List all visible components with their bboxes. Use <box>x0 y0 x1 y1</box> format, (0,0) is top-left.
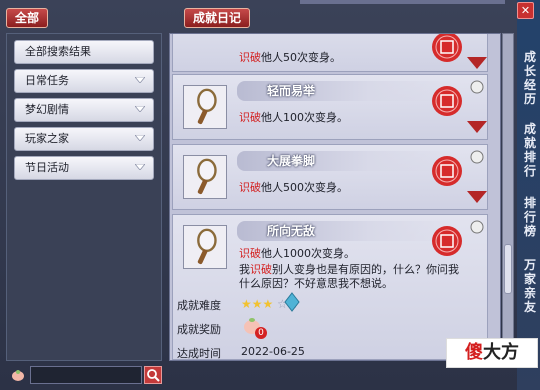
magnifier-icon <box>147 369 160 382</box>
red-seal-icon <box>432 34 462 62</box>
hand-mirror-icon <box>197 88 217 125</box>
scroll-thumb[interactable] <box>504 244 512 294</box>
category-label: 日常任务 <box>25 74 69 87</box>
side-tab-achievement-rank[interactable]: 成就排行 <box>523 122 537 178</box>
achievement-item-frame <box>183 155 227 199</box>
chevron-down-icon <box>135 77 145 83</box>
achievement-description: 识破他人100次变身。 <box>239 111 348 124</box>
achievement-window: 全部 成就日记 全部搜索结果 日常任务 梦幻剧情 玩家之家 节日活动 识破他人5… <box>0 0 540 390</box>
category-label: 玩家之家 <box>25 132 69 145</box>
date-value: 2022-06-25 <box>241 345 305 358</box>
achievement-title: 轻而易举 <box>267 84 316 98</box>
difficulty-label: 成就难度 <box>177 299 221 312</box>
category-label: 梦幻剧情 <box>25 103 69 116</box>
side-tab-growth[interactable]: 成长经历 <box>523 50 537 106</box>
search-input[interactable] <box>30 366 142 384</box>
category-daily-tasks[interactable]: 日常任务 <box>14 69 154 93</box>
category-all-results[interactable]: 全部搜索结果 <box>14 40 154 64</box>
svg-text:★★★: ★★★ <box>241 297 273 311</box>
hand-mirror-icon <box>197 158 217 195</box>
chevron-down-icon <box>135 164 145 170</box>
orb-icon <box>470 80 484 94</box>
expand-arrow-icon[interactable] <box>467 191 487 203</box>
reward-label: 成就奖励 <box>177 323 221 336</box>
achievement-title: 所向无敌 <box>267 224 316 238</box>
expand-arrow-icon[interactable] <box>467 121 487 133</box>
side-tab-ranking[interactable]: 排行榜 <box>523 196 537 238</box>
hand-mirror-icon <box>197 228 217 265</box>
side-tab-friends[interactable]: 万家亲友 <box>523 258 537 314</box>
date-label: 达成时间 <box>177 347 221 360</box>
red-seal-icon <box>432 226 462 256</box>
expand-arrow-icon[interactable] <box>467 57 487 69</box>
category-label: 节日活动 <box>25 161 69 174</box>
achievement-description: 识破他人500次变身。 <box>239 181 348 194</box>
achievement-detail: 我识破别人变身也是有原因的，什么？你问我什么原因？不好意思我不想说。 <box>239 263 459 290</box>
orb-icon <box>470 220 484 234</box>
red-seal-icon <box>432 86 462 116</box>
achievement-card-expanded[interactable]: 所向无敌 识破他人1000次变身。 我识破别人变身也是有原因的，什么？你问我什么… <box>172 214 488 360</box>
chevron-down-icon <box>135 106 145 112</box>
red-seal-icon <box>432 156 462 186</box>
reward-count-badge: 0 <box>255 327 267 339</box>
tab-achievement-diary[interactable]: 成就日记 <box>184 8 251 28</box>
sparkle-gem-icon <box>284 292 300 312</box>
watermark-logo: 傻大方 <box>446 338 538 368</box>
search-bar <box>10 366 162 384</box>
category-panel: 全部搜索结果 日常任务 梦幻剧情 玩家之家 节日活动 <box>6 33 162 361</box>
scrollbar[interactable] <box>502 33 514 361</box>
search-button[interactable] <box>144 366 162 384</box>
top-decoration <box>300 0 505 4</box>
peach-icon <box>12 370 24 381</box>
achievement-title: 大展拳脚 <box>267 154 316 168</box>
close-button[interactable]: ✕ <box>517 2 534 19</box>
achievement-description: 识破他人50次变身。 <box>239 51 341 64</box>
achievement-card[interactable]: 大展拳脚 识破他人500次变身。 <box>172 144 488 210</box>
achievement-list: 识破他人50次变身。 轻而易举 识破他人100次变身。 大展拳脚 识破他人500… <box>169 33 501 361</box>
category-festival[interactable]: 节日活动 <box>14 156 154 180</box>
achievement-item-frame <box>183 85 227 129</box>
achievement-card[interactable]: 识破他人50次变身。 <box>172 34 488 72</box>
orb-icon <box>470 150 484 164</box>
achievement-description: 识破他人1000次变身。 <box>239 247 355 260</box>
category-label: 全部搜索结果 <box>25 45 91 58</box>
chevron-down-icon <box>135 135 145 141</box>
achievement-card[interactable]: 轻而易举 识破他人100次变身。 <box>172 74 488 140</box>
category-player-home[interactable]: 玩家之家 <box>14 127 154 151</box>
tab-all[interactable]: 全部 <box>6 8 49 28</box>
category-story[interactable]: 梦幻剧情 <box>14 98 154 122</box>
achievement-item-frame <box>183 225 227 269</box>
